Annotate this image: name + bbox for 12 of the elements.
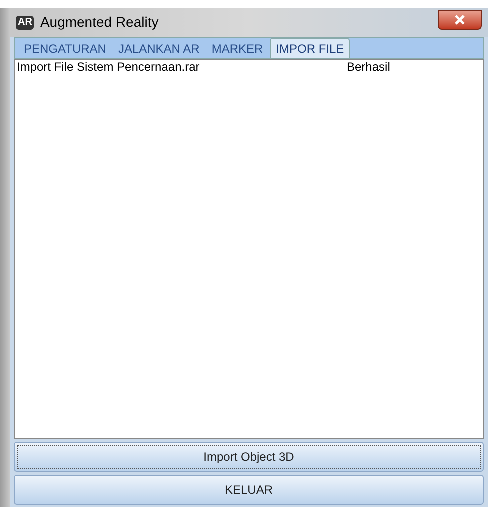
action-button[interactable]: Import Object 3D (14, 442, 484, 472)
close-icon (454, 14, 466, 24)
file-name: Import File Sistem Pencernaan.rar (17, 60, 201, 75)
tab[interactable]: PENGATURAN (19, 40, 112, 58)
tab[interactable]: MARKER (206, 40, 268, 58)
status-text: Berhasil (347, 60, 390, 75)
tab[interactable]: JALANKAN AR (113, 40, 205, 58)
tab[interactable]: IMPOR FILE (270, 38, 350, 58)
action-button[interactable]: KELUAR (14, 475, 484, 505)
app-logo: AR (16, 16, 34, 30)
close-button[interactable] (438, 10, 482, 30)
window-title: Augmented Reality (40, 13, 159, 32)
